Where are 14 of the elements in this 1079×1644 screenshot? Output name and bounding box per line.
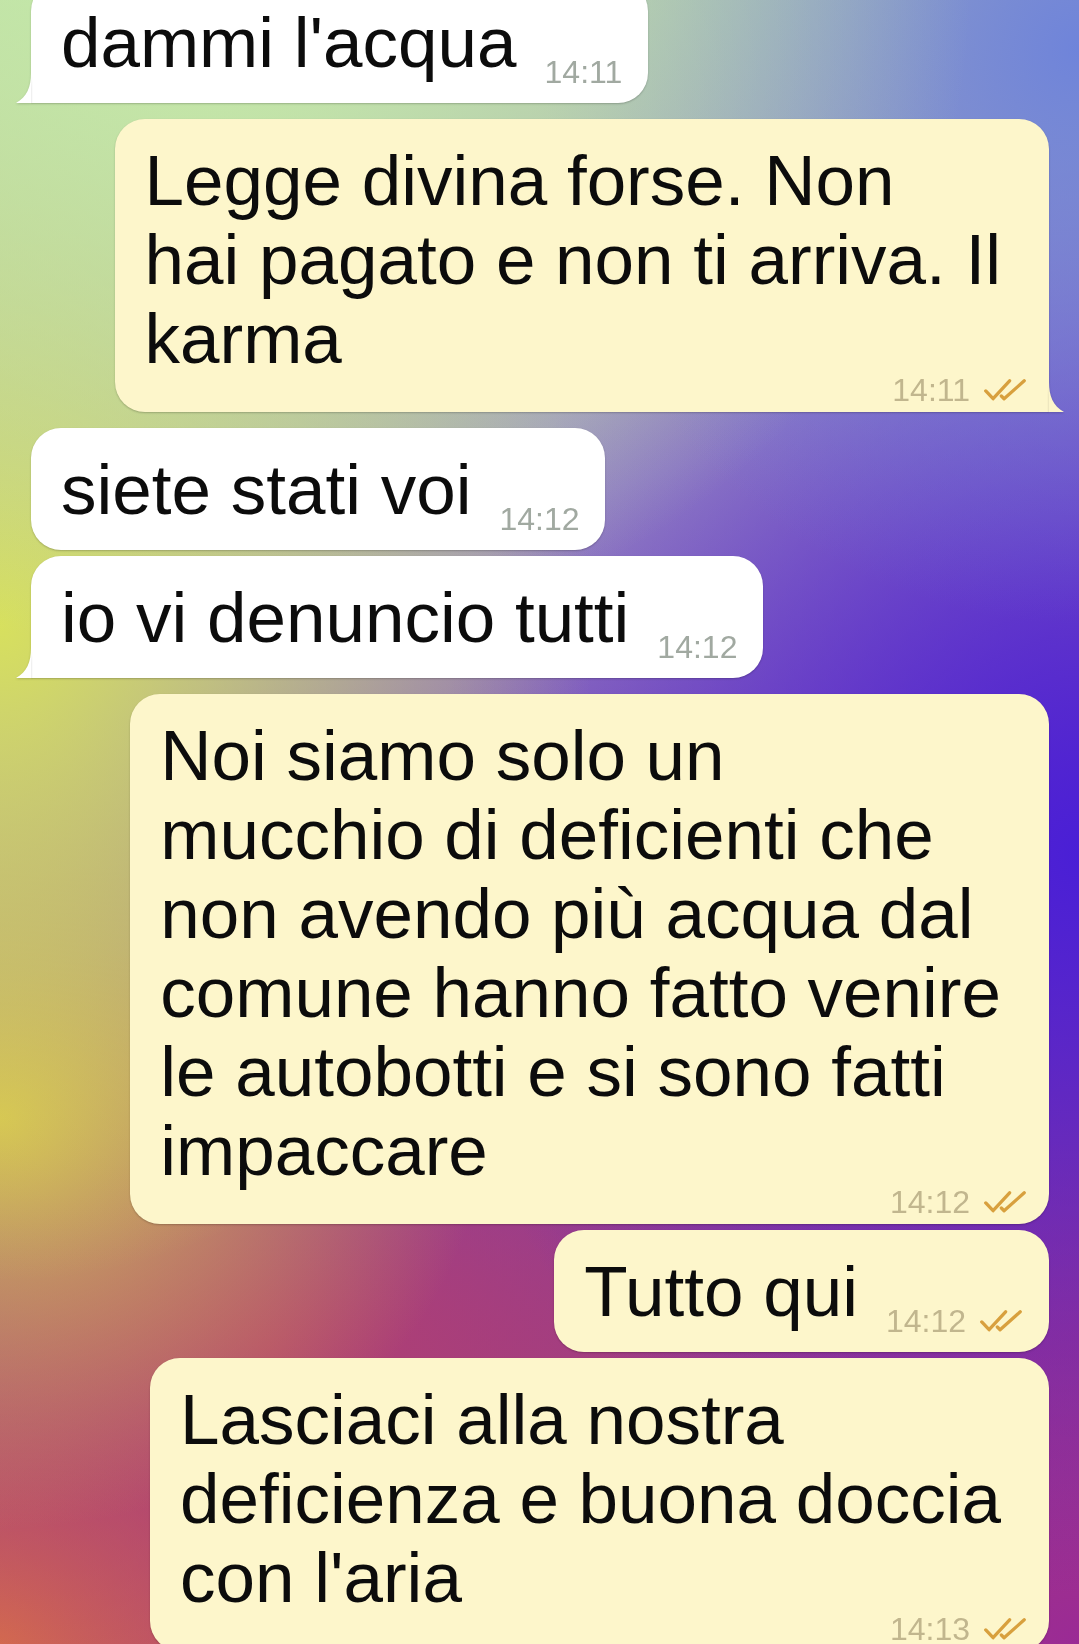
message-text: Lasciaci alla nostra deficienza e buona doccia con l'aria bbox=[179, 1380, 1001, 1617]
message-time: 14:12 bbox=[889, 1190, 970, 1214]
message-time: 14:12 bbox=[657, 635, 738, 659]
message-time: 14:13 bbox=[889, 1617, 970, 1641]
message-text: dammi l'acqua bbox=[61, 3, 517, 82]
message-text: Legge divina forse. Non hai pagato e non ti arriva. Il karma bbox=[144, 141, 1001, 378]
message-text: Noi siamo solo un mucchio di deficienti che non avendo più acqua dal comune hanno fatto venire le autobotti e si sono fatti impaccare bbox=[160, 716, 1001, 1190]
message-time: 14:12 bbox=[885, 1309, 966, 1333]
message-text: io vi denuncio tutti bbox=[61, 578, 630, 657]
message-text: siete stati voi bbox=[61, 450, 472, 529]
message-text: Tutto qui bbox=[584, 1252, 858, 1331]
message-time: 14:11 bbox=[892, 378, 970, 402]
message-time: 14:12 bbox=[499, 507, 580, 531]
message-time: 14:11 bbox=[544, 60, 623, 84]
